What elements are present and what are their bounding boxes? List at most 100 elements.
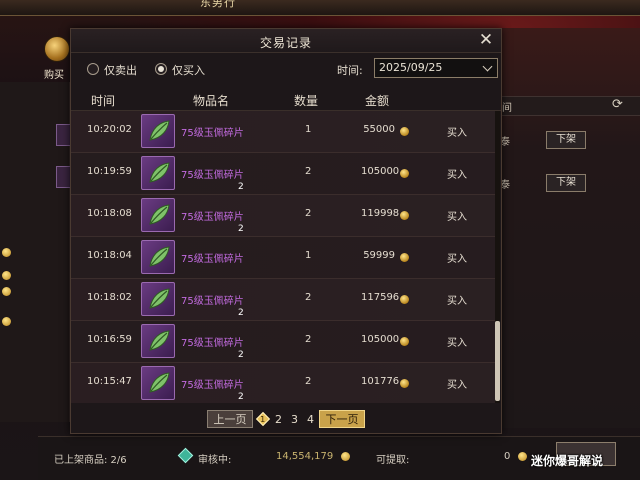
trade-amount: 105000	[361, 166, 400, 177]
top-banner	[0, 0, 640, 16]
trade-amount: 55000	[363, 124, 395, 135]
trade-qty: 2	[305, 166, 312, 177]
coin-icon	[2, 317, 11, 326]
item-icon-count: 2	[238, 392, 244, 402]
filter-row: 仅卖出 仅买入 时间: 2025/09/25	[71, 55, 501, 83]
trade-time: 10:18:04	[87, 250, 132, 261]
trade-type: 买入	[447, 212, 467, 223]
next-page-button[interactable]: 下一页	[319, 410, 365, 428]
item-name: 75级玉佩碎片	[181, 338, 244, 349]
trade-type: 买入	[447, 128, 467, 139]
table-row[interactable]: 10:18:08 2 75级玉佩碎片 2 119998 买入	[71, 195, 495, 237]
trade-type: 买入	[447, 296, 467, 307]
jade-fragment-icon[interactable]: 2	[141, 324, 244, 360]
refresh-icon[interactable]: ⟳	[612, 98, 626, 112]
trade-type: 买入	[447, 380, 467, 391]
close-icon[interactable]: ✕	[477, 31, 495, 49]
scrollbar[interactable]	[495, 111, 500, 403]
jade-fragment-icon[interactable]: 2	[141, 282, 244, 318]
trade-qty: 1	[305, 250, 312, 261]
trade-qty: 2	[305, 376, 312, 387]
coin-icon	[2, 271, 11, 280]
withdraw-value: 0	[504, 451, 511, 462]
dialog-header: 交易记录 ✕	[71, 29, 501, 53]
listed-count: 已上架商品: 2/6	[54, 455, 127, 466]
page-current[interactable]: 1	[255, 411, 271, 427]
bought-only-radio[interactable]	[155, 63, 167, 75]
trade-qty: 1	[305, 124, 312, 135]
trade-type: 买入	[447, 170, 467, 181]
dialog-title: 交易记录	[259, 36, 312, 50]
pager: 上一页 1 2 3 4 下一页	[71, 409, 501, 431]
prev-page-button[interactable]: 上一页	[207, 410, 253, 428]
trade-time: 10:20:02	[87, 124, 132, 135]
coin-icon	[400, 169, 409, 178]
trade-qty: 2	[305, 334, 312, 345]
item-name: 75级玉佩碎片	[181, 170, 244, 181]
trade-time: 10:18:02	[87, 292, 132, 303]
shop-icon[interactable]	[44, 36, 70, 62]
table-row[interactable]: 10:19:59 2 75级玉佩碎片 2 105000 买入	[71, 153, 495, 195]
table-row[interactable]: 10:18:04 75级玉佩碎片 1 59999 买入	[71, 237, 495, 279]
item-name: 75级玉佩碎片	[181, 296, 244, 307]
item-icon-count: 2	[238, 350, 244, 360]
item-icon-count: 2	[238, 224, 244, 234]
date-select[interactable]: 2025/09/25	[374, 58, 498, 78]
shop-label: 购买	[44, 70, 64, 81]
coin-icon	[400, 211, 409, 220]
trade-amount: 101776	[361, 376, 400, 387]
scrollbar-thumb[interactable]	[495, 321, 500, 401]
coin-icon	[2, 287, 11, 296]
table-header: 时间 物品名 数量 金额	[71, 87, 501, 111]
table-row[interactable]: 10:16:59 2 75级玉佩碎片 2 105000 买入	[71, 321, 495, 363]
sold-only-label[interactable]: 仅卖出	[104, 62, 137, 78]
date-value: 2025/09/25	[379, 61, 443, 74]
right-frame	[500, 28, 640, 428]
sold-only-radio[interactable]	[87, 63, 99, 75]
trade-record-dialog: 交易记录 ✕ 仅卖出 仅买入 时间: 2025/09/25 时间 物品名 数量 …	[70, 28, 502, 434]
jade-fragment-icon[interactable]: 2	[141, 366, 244, 402]
table-row[interactable]: 10:20:02 75级玉佩碎片 1 55000 买入	[71, 111, 495, 153]
trade-qty: 2	[305, 208, 312, 219]
page-number[interactable]: 2	[275, 413, 282, 426]
jade-fragment-icon[interactable]	[141, 240, 175, 274]
page-number[interactable]: 3	[291, 413, 298, 426]
withdraw-label: 可提取:	[376, 455, 410, 466]
page-current-number: 1	[260, 414, 266, 424]
jade-fragment-icon[interactable]: 2	[141, 156, 244, 192]
jade-fragment-icon[interactable]	[141, 114, 175, 148]
coin-icon	[400, 337, 409, 346]
item-icon-count: 2	[238, 182, 244, 192]
item-name: 75级玉佩碎片	[181, 212, 244, 223]
page-number[interactable]: 4	[307, 413, 314, 426]
review-label: 审核中:	[198, 455, 232, 466]
coin-icon	[400, 127, 409, 136]
column-header-time: 时间	[91, 94, 116, 108]
coin-icon	[518, 452, 527, 461]
trade-amount: 105000	[361, 334, 400, 345]
trade-amount: 119998	[361, 208, 400, 219]
table-row[interactable]: 10:15:47 2 75级玉佩碎片 2 101776 买入	[71, 363, 495, 403]
trade-type: 买入	[447, 254, 467, 265]
coin-icon	[400, 379, 409, 388]
bought-only-label[interactable]: 仅买入	[172, 62, 205, 78]
trade-time: 10:19:59	[87, 166, 132, 177]
item-name: 75级玉佩碎片	[181, 380, 244, 391]
review-value: 14,554,179	[276, 451, 334, 462]
column-header-item: 物品名	[193, 94, 230, 108]
item-name: 75级玉佩碎片	[181, 128, 244, 139]
trade-list: 10:20:02 75级玉佩碎片 1 55000 买入 10:19:59 2 75级玉佩碎片 2…	[71, 111, 495, 403]
unlist-button[interactable]: 下架	[546, 131, 586, 149]
coin-icon	[400, 253, 409, 262]
coin-icon	[341, 452, 350, 461]
time-label: 时间:	[337, 64, 363, 77]
item-name: 75级玉佩碎片	[181, 254, 244, 265]
jade-fragment-icon[interactable]: 2	[141, 198, 244, 234]
unlist-button[interactable]: 下架	[546, 174, 586, 192]
trade-time: 10:16:59	[87, 334, 132, 345]
trade-qty: 2	[305, 292, 312, 303]
trade-time: 10:18:08	[87, 208, 132, 219]
trade-amount: 59999	[363, 250, 395, 261]
coin-icon	[2, 248, 11, 257]
table-row[interactable]: 10:18:02 2 75级玉佩碎片 2 117596 买入	[71, 279, 495, 321]
